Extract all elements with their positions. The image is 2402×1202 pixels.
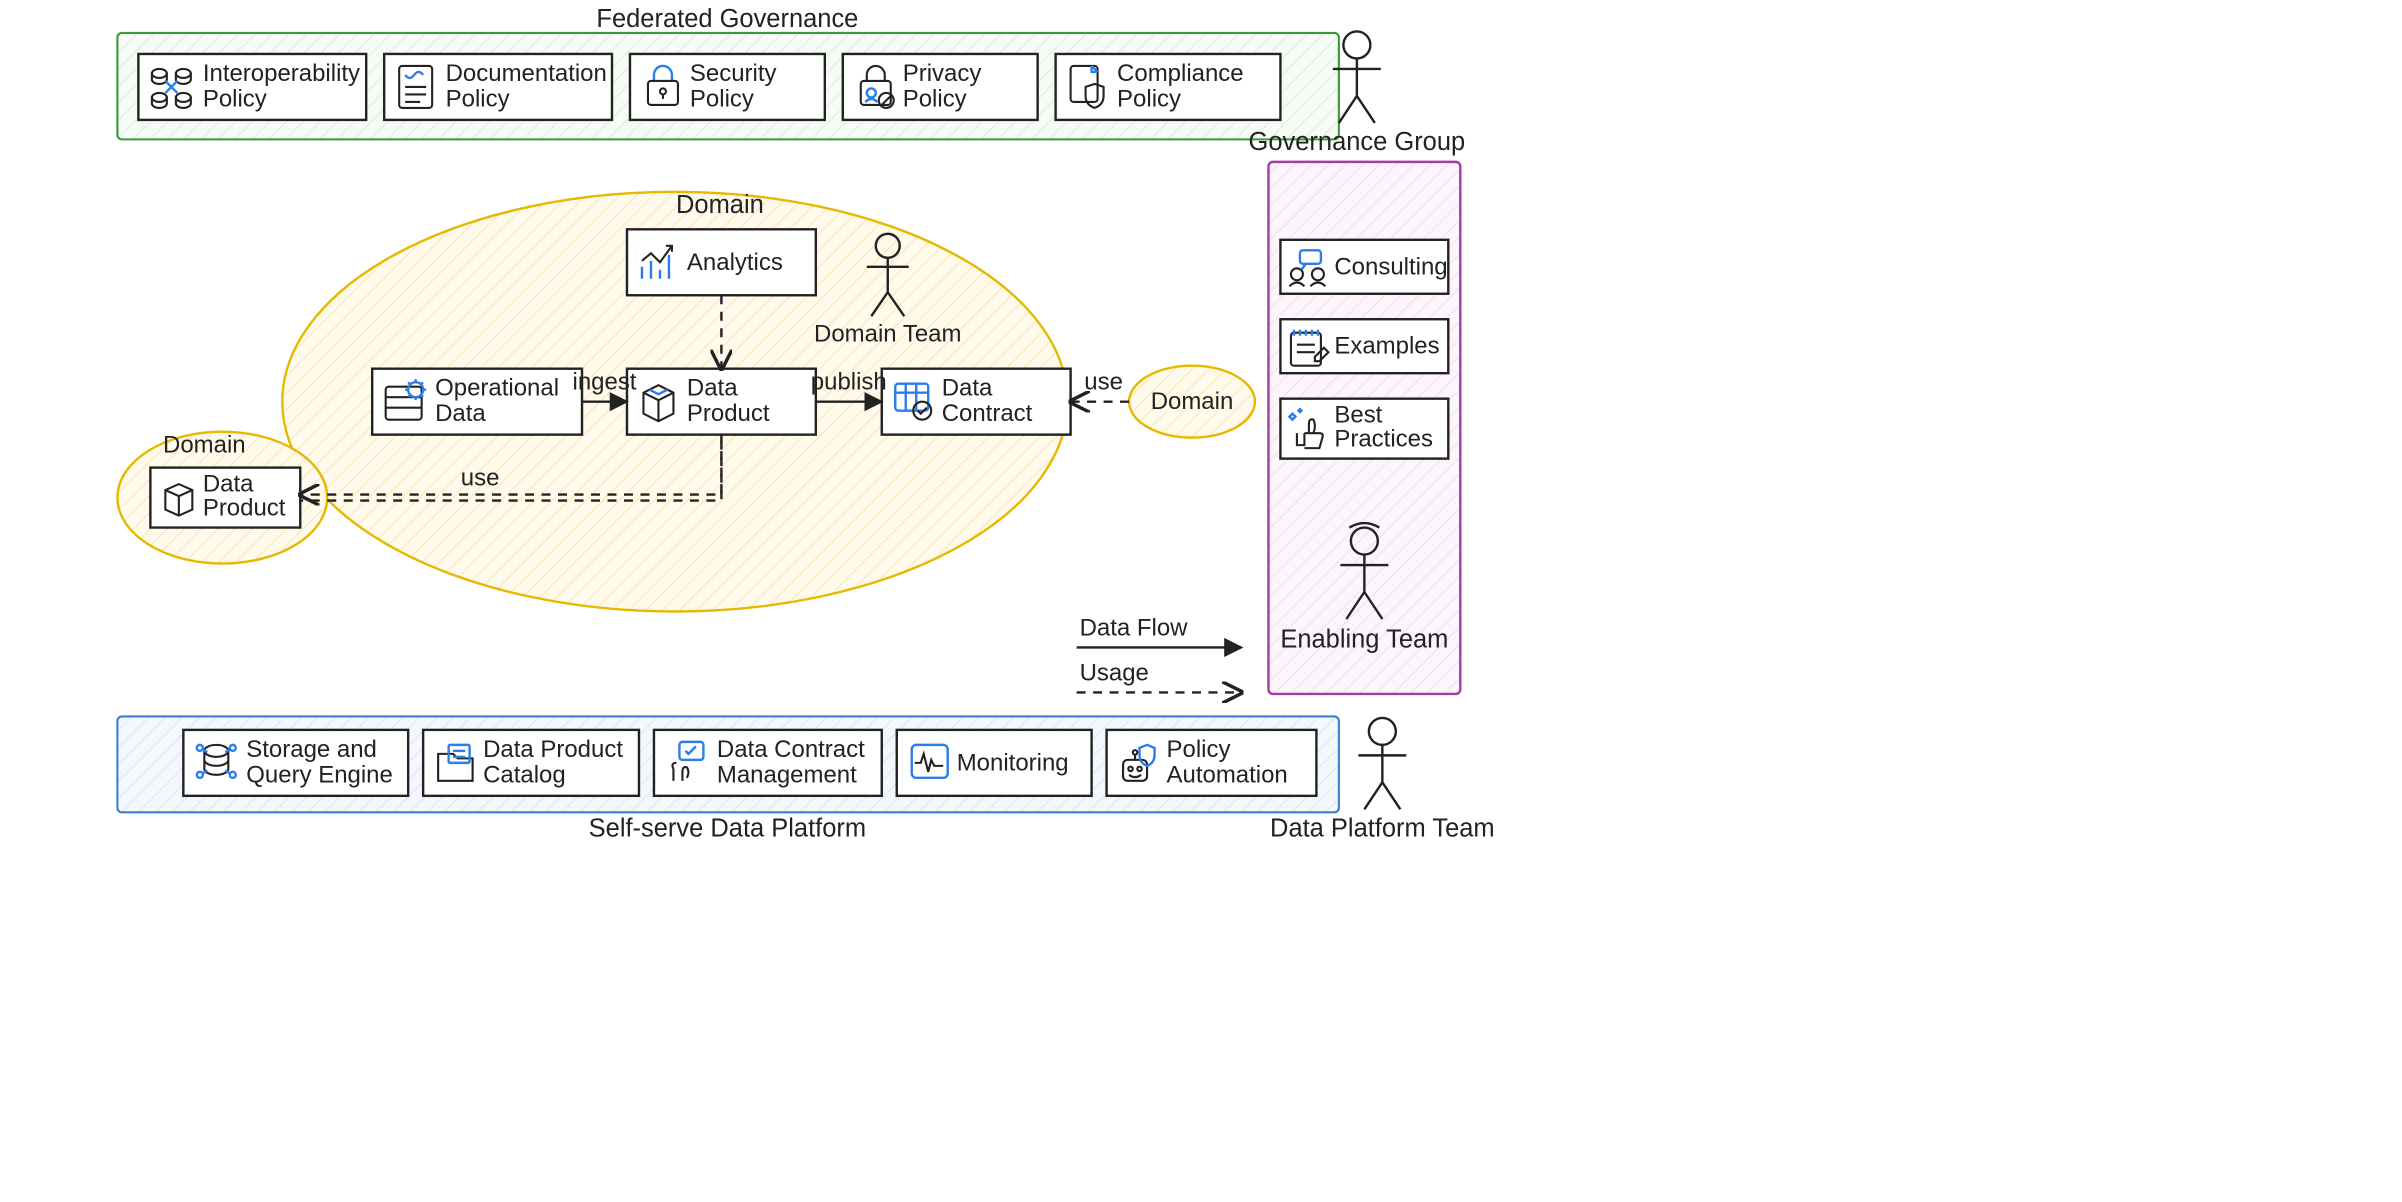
svg-text:Product: Product: [687, 400, 770, 427]
svg-text:Query Engine: Query Engine: [246, 761, 393, 788]
governance-actor: [1333, 31, 1381, 122]
policy-interoperability: Interoperability Policy: [138, 54, 366, 120]
svg-text:Policy: Policy: [203, 85, 267, 112]
diagram-canvas: Federated Governance Interoperability Po…: [0, 0, 2402, 1202]
governance-actor-label: Governance Group: [1249, 128, 1466, 156]
platform-actor: [1358, 718, 1406, 809]
svg-text:Interoperability: Interoperability: [203, 60, 360, 87]
domain-group: Domain Analytics Operational Data Data P…: [282, 191, 1070, 612]
svg-text:ingest: ingest: [573, 369, 637, 396]
governance-title: Federated Governance: [596, 5, 858, 33]
service-contract-mgmt: Data Contract Management: [654, 730, 882, 796]
domain-actor-label: Domain Team: [814, 321, 961, 348]
svg-text:Automation: Automation: [1167, 761, 1288, 788]
governance-zone: Federated Governance Interoperability Po…: [117, 5, 1338, 139]
enabling-actor-label: Enabling Team: [1280, 625, 1448, 653]
svg-text:Compliance: Compliance: [1117, 60, 1244, 87]
enabling-zone: Consulting Examples Best Practices Enabl…: [1268, 162, 1460, 694]
enabling-consulting: Consulting: [1280, 240, 1448, 294]
svg-text:Data: Data: [435, 400, 486, 427]
service-catalog: Data Product Catalog: [423, 730, 639, 796]
svg-text:Policy: Policy: [903, 85, 967, 112]
svg-text:Storage and: Storage and: [246, 736, 377, 763]
svg-text:Privacy: Privacy: [903, 60, 982, 87]
svg-text:Best: Best: [1334, 402, 1382, 429]
other-domain-right: Domain: [1129, 366, 1255, 438]
platform-actor-label: Data Platform Team: [1270, 814, 1495, 842]
domain-label: Domain: [676, 191, 764, 219]
svg-text:Monitoring: Monitoring: [957, 749, 1069, 776]
data-contract-node: Data Contract: [882, 369, 1071, 435]
svg-text:Data: Data: [203, 471, 254, 498]
policy-compliance: Compliance Policy: [1056, 54, 1281, 120]
policy-documentation: Documentation Policy: [384, 54, 612, 120]
svg-text:Documentation: Documentation: [446, 60, 607, 87]
svg-text:Policy: Policy: [690, 85, 754, 112]
svg-text:Data: Data: [942, 375, 993, 402]
enabling-examples: Examples: [1280, 319, 1448, 373]
service-policy-auto: Policy Automation: [1107, 730, 1317, 796]
svg-text:Consulting: Consulting: [1334, 253, 1447, 280]
svg-text:Contract: Contract: [942, 400, 1033, 427]
svg-text:Product: Product: [203, 495, 286, 522]
legend: Data Flow Usage: [1077, 614, 1242, 692]
svg-text:Policy: Policy: [446, 85, 510, 112]
svg-text:Policy: Policy: [1167, 736, 1231, 763]
svg-text:Domain: Domain: [1151, 388, 1234, 415]
analytics-node: Analytics: [627, 229, 816, 295]
svg-text:publish: publish: [811, 369, 887, 396]
enabling-best-practices: Best Practices: [1280, 399, 1448, 459]
service-monitoring: Monitoring: [897, 730, 1092, 796]
svg-text:use: use: [1084, 369, 1123, 396]
svg-text:Policy: Policy: [1117, 85, 1181, 112]
svg-text:Management: Management: [717, 761, 857, 788]
svg-text:Operational: Operational: [435, 375, 559, 402]
svg-text:Catalog: Catalog: [483, 761, 566, 788]
other-domain-left: Domain Data Product: [117, 432, 327, 564]
svg-text:Data Flow: Data Flow: [1080, 614, 1189, 641]
svg-text:Practices: Practices: [1334, 426, 1433, 453]
svg-text:Usage: Usage: [1080, 659, 1149, 686]
svg-text:use: use: [461, 465, 500, 492]
svg-text:Data: Data: [687, 375, 738, 402]
svg-text:Data Contract: Data Contract: [717, 736, 865, 763]
operational-data-node: Operational Data: [372, 369, 582, 435]
policy-privacy: Privacy Policy: [843, 54, 1038, 120]
policy-security: Security Policy: [630, 54, 825, 120]
svg-text:Domain: Domain: [163, 432, 246, 459]
service-storage: Storage and Query Engine: [183, 730, 408, 796]
platform-zone: Self-serve Data Platform Storage and Que…: [117, 716, 1338, 842]
svg-text:Examples: Examples: [1334, 333, 1439, 360]
data-product-node: Data Product: [627, 369, 816, 435]
svg-text:Security: Security: [690, 60, 777, 87]
svg-text:Analytics: Analytics: [687, 249, 783, 276]
platform-title: Self-serve Data Platform: [589, 814, 866, 842]
svg-text:Data Product: Data Product: [483, 736, 623, 763]
